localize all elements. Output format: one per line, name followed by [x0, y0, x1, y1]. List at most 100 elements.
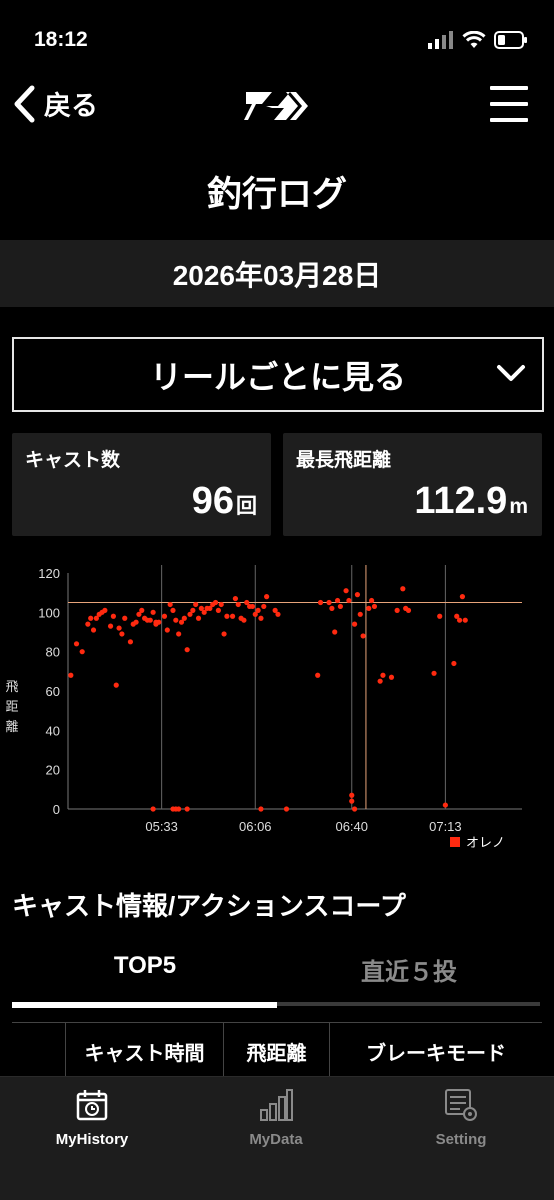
cast-count-value: 96	[191, 480, 234, 522]
data-point	[405, 607, 412, 613]
max-distance-value: 112.9	[414, 480, 508, 522]
data-point	[354, 592, 361, 598]
data-point	[161, 613, 168, 619]
data-point	[113, 682, 119, 688]
data-point	[85, 621, 91, 627]
data-point	[369, 597, 375, 604]
back-button[interactable]: 戻る	[12, 84, 98, 123]
data-point	[258, 615, 264, 621]
x-tick-label: 05:33	[145, 819, 178, 834]
data-point	[176, 806, 182, 812]
status-time: 18:12	[34, 28, 88, 51]
data-point	[400, 586, 406, 592]
data-point	[343, 588, 349, 594]
header-cast-time: キャスト時間	[65, 1023, 223, 1079]
distance-scatter-chart: 0 20 40 60 80 100 120 05:33 06:06 06:40 07:13 飛距離オレ…	[5, 565, 522, 851]
data-point	[224, 613, 230, 619]
y-tick-label: 120	[38, 566, 60, 581]
data-point	[133, 619, 139, 625]
y-tick-label: 0	[53, 802, 60, 817]
y-tick-label: 100	[38, 605, 60, 620]
data-point	[164, 627, 170, 633]
data-point	[193, 601, 199, 608]
cast-table-header: キャスト時間 飛距離 ブレーキモード	[12, 1022, 542, 1079]
settings-gear-icon	[445, 1089, 477, 1121]
section-title: キャスト情報/アクションスコープ	[12, 891, 406, 921]
data-point	[315, 672, 321, 678]
data-point	[119, 631, 125, 637]
y-tick-label: 80	[46, 645, 60, 660]
back-label: 戻る	[44, 91, 98, 121]
data-point	[173, 617, 179, 623]
data-point	[150, 806, 156, 812]
data-point	[167, 601, 173, 608]
data-point	[377, 678, 383, 684]
data-point	[122, 615, 128, 621]
bar-chart-icon	[260, 1089, 293, 1121]
y-tick-label: 40	[46, 723, 60, 738]
max-distance-value-group: 112.9m	[414, 480, 528, 523]
data-point	[150, 609, 156, 615]
data-point	[437, 613, 443, 619]
data-point	[337, 603, 343, 610]
data-point	[139, 607, 145, 613]
hamburger-menu-icon[interactable]	[490, 86, 528, 122]
tabbar-setting-label: Setting	[435, 1131, 487, 1148]
data-point	[283, 806, 290, 812]
status-icons	[428, 30, 528, 50]
data-point	[459, 594, 466, 600]
data-point	[366, 605, 372, 611]
legend-label: オレノ	[466, 836, 505, 851]
data-point	[156, 619, 162, 625]
data-point	[212, 599, 219, 606]
data-point	[462, 617, 468, 623]
data-point	[195, 615, 202, 621]
tab-active-indicator	[12, 1002, 277, 1008]
data-point	[456, 617, 463, 623]
data-point	[351, 806, 358, 812]
data-point	[329, 605, 335, 611]
data-point	[90, 627, 97, 633]
tabbar-setting[interactable]: Setting	[368, 1077, 554, 1148]
y-tick-label: 60	[46, 684, 60, 699]
data-point	[317, 599, 324, 606]
tabbar-myhistory[interactable]: MyHistory	[0, 1077, 184, 1148]
y-axis-label-char: 飛	[5, 680, 18, 695]
cellular-signal-icon	[428, 31, 453, 49]
tab-recent5[interactable]: 直近５投	[276, 952, 542, 987]
reel-view-dropdown[interactable]: リールごとに見る	[12, 337, 544, 412]
tabbar-mydata[interactable]: MyData	[184, 1077, 368, 1148]
max-distance-unit: m	[509, 495, 528, 518]
max-distance-card: 最長飛距離 112.9m	[283, 433, 542, 536]
data-point	[380, 672, 386, 678]
data-point	[264, 594, 270, 600]
x-tick-label: 07:13	[429, 819, 462, 834]
max-distance-label: 最長飛距離	[296, 450, 392, 471]
data-point	[349, 798, 355, 804]
x-tick-label: 06:06	[239, 819, 272, 834]
data-point	[351, 621, 358, 627]
data-point	[442, 802, 448, 808]
log-date: 2026年03月28日	[172, 259, 382, 291]
tabbar-mydata-label: MyData	[249, 1131, 303, 1148]
data-point	[431, 670, 437, 676]
header-brake-mode: ブレーキモード	[329, 1023, 542, 1079]
data-point	[107, 623, 114, 629]
tab-top5-label: TOP5	[113, 952, 177, 979]
data-point	[73, 641, 80, 647]
bottom-tab-bar: MyHistory MyData Setting	[0, 1076, 554, 1200]
y-axis-label-char: 離	[5, 720, 18, 735]
y-tick-label: 20	[46, 763, 60, 778]
daiwa-logo	[244, 92, 308, 120]
tab-top5[interactable]: TOP5	[12, 952, 278, 980]
cast-count-unit: 回	[236, 495, 257, 518]
chevron-down-icon	[497, 365, 525, 381]
data-point	[110, 613, 116, 619]
data-point	[79, 649, 85, 655]
battery-icon	[494, 31, 527, 49]
dropdown-label: リールごとに見る	[149, 358, 406, 395]
data-point	[127, 639, 134, 645]
data-point	[147, 617, 153, 623]
data-point	[229, 613, 236, 619]
cast-count-value-group: 96回	[192, 480, 257, 523]
